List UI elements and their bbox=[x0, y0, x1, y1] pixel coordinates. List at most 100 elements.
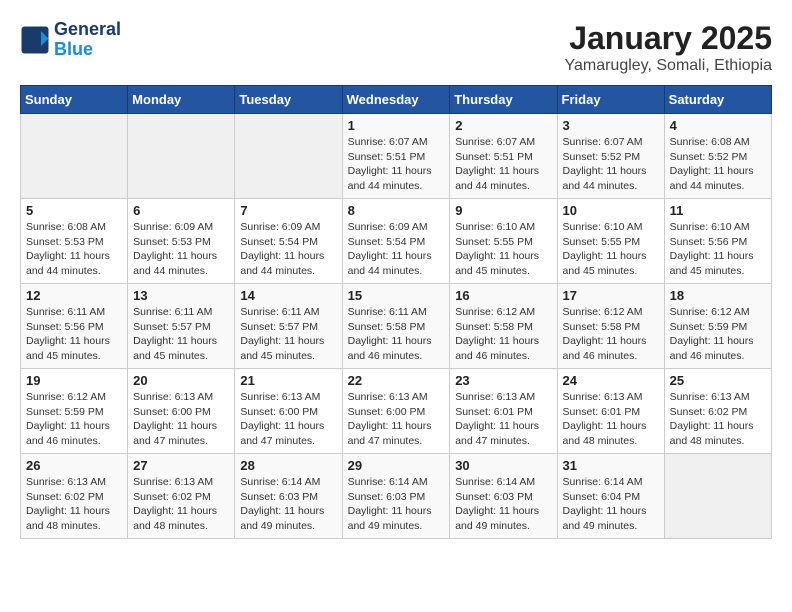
day-info: Sunrise: 6:13 AM Sunset: 6:01 PM Dayligh… bbox=[455, 390, 551, 449]
day-number: 20 bbox=[133, 373, 229, 388]
day-number: 24 bbox=[563, 373, 659, 388]
day-number: 16 bbox=[455, 288, 551, 303]
calendar-cell: 17 Sunrise: 6:12 AM Sunset: 5:58 PM Dayli… bbox=[557, 284, 664, 369]
calendar-cell: 16 Sunrise: 6:12 AM Sunset: 5:58 PM Dayli… bbox=[450, 284, 557, 369]
logo-icon bbox=[20, 25, 50, 55]
calendar-cell: 19 Sunrise: 6:12 AM Sunset: 5:59 PM Dayli… bbox=[21, 369, 128, 454]
calendar-cell: 2 Sunrise: 6:07 AM Sunset: 5:51 PM Daylig… bbox=[450, 114, 557, 199]
calendar-cell: 28 Sunrise: 6:14 AM Sunset: 6:03 PM Dayli… bbox=[235, 454, 342, 539]
calendar-cell bbox=[128, 114, 235, 199]
day-info: Sunrise: 6:13 AM Sunset: 6:02 PM Dayligh… bbox=[670, 390, 766, 449]
calendar-cell: 14 Sunrise: 6:11 AM Sunset: 5:57 PM Dayli… bbox=[235, 284, 342, 369]
day-info: Sunrise: 6:07 AM Sunset: 5:51 PM Dayligh… bbox=[348, 135, 445, 194]
day-number: 30 bbox=[455, 458, 551, 473]
day-info: Sunrise: 6:12 AM Sunset: 5:58 PM Dayligh… bbox=[563, 305, 659, 364]
calendar-cell: 3Sunrise: 6:07 AM Sunset: 5:52 PM Daylig… bbox=[557, 114, 664, 199]
calendar-cell: 24 Sunrise: 6:13 AM Sunset: 6:01 PM Dayli… bbox=[557, 369, 664, 454]
calendar-cell: 18 Sunrise: 6:12 AM Sunset: 5:59 PM Dayli… bbox=[664, 284, 771, 369]
calendar-cell: 25 Sunrise: 6:13 AM Sunset: 6:02 PM Dayli… bbox=[664, 369, 771, 454]
calendar-header-row: SundayMondayTuesdayWednesdayThursdayFrid… bbox=[21, 86, 772, 114]
day-info: Sunrise: 6:09 AM Sunset: 5:53 PM Dayligh… bbox=[133, 220, 229, 279]
day-info: Sunrise: 6:11 AM Sunset: 5:57 PM Dayligh… bbox=[240, 305, 336, 364]
day-number: 14 bbox=[240, 288, 336, 303]
day-header: Tuesday bbox=[235, 86, 342, 114]
calendar-cell: 13 Sunrise: 6:11 AM Sunset: 5:57 PM Dayli… bbox=[128, 284, 235, 369]
day-number: 18 bbox=[670, 288, 766, 303]
day-info: Sunrise: 6:11 AM Sunset: 5:56 PM Dayligh… bbox=[26, 305, 122, 364]
calendar-cell: 27Sunrise: 6:13 AM Sunset: 6:02 PM Dayli… bbox=[128, 454, 235, 539]
day-header: Sunday bbox=[21, 86, 128, 114]
day-info: Sunrise: 6:10 AM Sunset: 5:56 PM Dayligh… bbox=[670, 220, 766, 279]
day-info: Sunrise: 6:12 AM Sunset: 5:59 PM Dayligh… bbox=[670, 305, 766, 364]
day-info: Sunrise: 6:08 AM Sunset: 5:52 PM Dayligh… bbox=[670, 135, 766, 194]
day-info: Sunrise: 6:10 AM Sunset: 5:55 PM Dayligh… bbox=[455, 220, 551, 279]
calendar-cell: 26 Sunrise: 6:13 AM Sunset: 6:02 PM Dayli… bbox=[21, 454, 128, 539]
day-number: 28 bbox=[240, 458, 336, 473]
day-number: 4 bbox=[670, 118, 766, 133]
day-number: 25 bbox=[670, 373, 766, 388]
day-header: Wednesday bbox=[342, 86, 450, 114]
day-info: Sunrise: 6:07 AM Sunset: 5:52 PM Dayligh… bbox=[563, 135, 659, 194]
calendar-week-row: 1Sunrise: 6:07 AM Sunset: 5:51 PM Daylig… bbox=[21, 114, 772, 199]
calendar-cell: 21Sunrise: 6:13 AM Sunset: 6:00 PM Dayli… bbox=[235, 369, 342, 454]
day-number: 13 bbox=[133, 288, 229, 303]
day-number: 17 bbox=[563, 288, 659, 303]
day-number: 19 bbox=[26, 373, 122, 388]
logo: General Blue bbox=[20, 20, 121, 60]
day-number: 26 bbox=[26, 458, 122, 473]
calendar-cell: 8 Sunrise: 6:09 AM Sunset: 5:54 PM Daylig… bbox=[342, 199, 450, 284]
day-info: Sunrise: 6:14 AM Sunset: 6:03 PM Dayligh… bbox=[348, 475, 445, 534]
calendar-cell: 5Sunrise: 6:08 AM Sunset: 5:53 PM Daylig… bbox=[21, 199, 128, 284]
calendar-cell: 29 Sunrise: 6:14 AM Sunset: 6:03 PM Dayli… bbox=[342, 454, 450, 539]
calendar-cell: 4 Sunrise: 6:08 AM Sunset: 5:52 PM Daylig… bbox=[664, 114, 771, 199]
calendar-cell: 12 Sunrise: 6:11 AM Sunset: 5:56 PM Dayli… bbox=[21, 284, 128, 369]
calendar-subtitle: Yamarugley, Somali, Ethiopia bbox=[564, 57, 772, 75]
day-number: 9 bbox=[455, 203, 551, 218]
day-info: Sunrise: 6:12 AM Sunset: 5:58 PM Dayligh… bbox=[455, 305, 551, 364]
logo-text: General Blue bbox=[54, 20, 121, 60]
day-info: Sunrise: 6:13 AM Sunset: 6:00 PM Dayligh… bbox=[348, 390, 445, 449]
title-block: January 2025 Yamarugley, Somali, Ethiopi… bbox=[564, 20, 772, 75]
calendar-cell: 31 Sunrise: 6:14 AM Sunset: 6:04 PM Dayli… bbox=[557, 454, 664, 539]
day-info: Sunrise: 6:07 AM Sunset: 5:51 PM Dayligh… bbox=[455, 135, 551, 194]
day-number: 8 bbox=[348, 203, 445, 218]
day-number: 23 bbox=[455, 373, 551, 388]
calendar-week-row: 12 Sunrise: 6:11 AM Sunset: 5:56 PM Dayli… bbox=[21, 284, 772, 369]
day-number: 29 bbox=[348, 458, 445, 473]
day-number: 7 bbox=[240, 203, 336, 218]
day-info: Sunrise: 6:12 AM Sunset: 5:59 PM Dayligh… bbox=[26, 390, 122, 449]
day-info: Sunrise: 6:11 AM Sunset: 5:58 PM Dayligh… bbox=[348, 305, 445, 364]
day-number: 11 bbox=[670, 203, 766, 218]
day-info: Sunrise: 6:13 AM Sunset: 6:02 PM Dayligh… bbox=[26, 475, 122, 534]
day-number: 12 bbox=[26, 288, 122, 303]
calendar-body: 1Sunrise: 6:07 AM Sunset: 5:51 PM Daylig… bbox=[21, 114, 772, 539]
day-number: 31 bbox=[563, 458, 659, 473]
day-number: 22 bbox=[348, 373, 445, 388]
day-info: Sunrise: 6:13 AM Sunset: 6:00 PM Dayligh… bbox=[240, 390, 336, 449]
day-info: Sunrise: 6:13 AM Sunset: 6:00 PM Dayligh… bbox=[133, 390, 229, 449]
calendar-week-row: 19 Sunrise: 6:12 AM Sunset: 5:59 PM Dayli… bbox=[21, 369, 772, 454]
day-info: Sunrise: 6:13 AM Sunset: 6:01 PM Dayligh… bbox=[563, 390, 659, 449]
day-info: Sunrise: 6:14 AM Sunset: 6:03 PM Dayligh… bbox=[455, 475, 551, 534]
day-number: 15 bbox=[348, 288, 445, 303]
calendar-cell: 15 Sunrise: 6:11 AM Sunset: 5:58 PM Dayli… bbox=[342, 284, 450, 369]
calendar-cell: 23 Sunrise: 6:13 AM Sunset: 6:01 PM Dayli… bbox=[450, 369, 557, 454]
day-info: Sunrise: 6:09 AM Sunset: 5:54 PM Dayligh… bbox=[348, 220, 445, 279]
day-info: Sunrise: 6:14 AM Sunset: 6:04 PM Dayligh… bbox=[563, 475, 659, 534]
day-header: Thursday bbox=[450, 86, 557, 114]
calendar-cell: 9 Sunrise: 6:10 AM Sunset: 5:55 PM Daylig… bbox=[450, 199, 557, 284]
calendar-cell: 6Sunrise: 6:09 AM Sunset: 5:53 PM Daylig… bbox=[128, 199, 235, 284]
day-info: Sunrise: 6:11 AM Sunset: 5:57 PM Dayligh… bbox=[133, 305, 229, 364]
calendar-cell: 7 Sunrise: 6:09 AM Sunset: 5:54 PM Daylig… bbox=[235, 199, 342, 284]
calendar-title: January 2025 bbox=[564, 20, 772, 57]
calendar-cell bbox=[21, 114, 128, 199]
day-info: Sunrise: 6:14 AM Sunset: 6:03 PM Dayligh… bbox=[240, 475, 336, 534]
calendar-cell: 10Sunrise: 6:10 AM Sunset: 5:55 PM Dayli… bbox=[557, 199, 664, 284]
calendar-week-row: 5Sunrise: 6:08 AM Sunset: 5:53 PM Daylig… bbox=[21, 199, 772, 284]
calendar-cell bbox=[664, 454, 771, 539]
day-info: Sunrise: 6:13 AM Sunset: 6:02 PM Dayligh… bbox=[133, 475, 229, 534]
calendar-cell: 30 Sunrise: 6:14 AM Sunset: 6:03 PM Dayli… bbox=[450, 454, 557, 539]
calendar-cell: 20 Sunrise: 6:13 AM Sunset: 6:00 PM Dayli… bbox=[128, 369, 235, 454]
day-number: 2 bbox=[455, 118, 551, 133]
day-info: Sunrise: 6:09 AM Sunset: 5:54 PM Dayligh… bbox=[240, 220, 336, 279]
